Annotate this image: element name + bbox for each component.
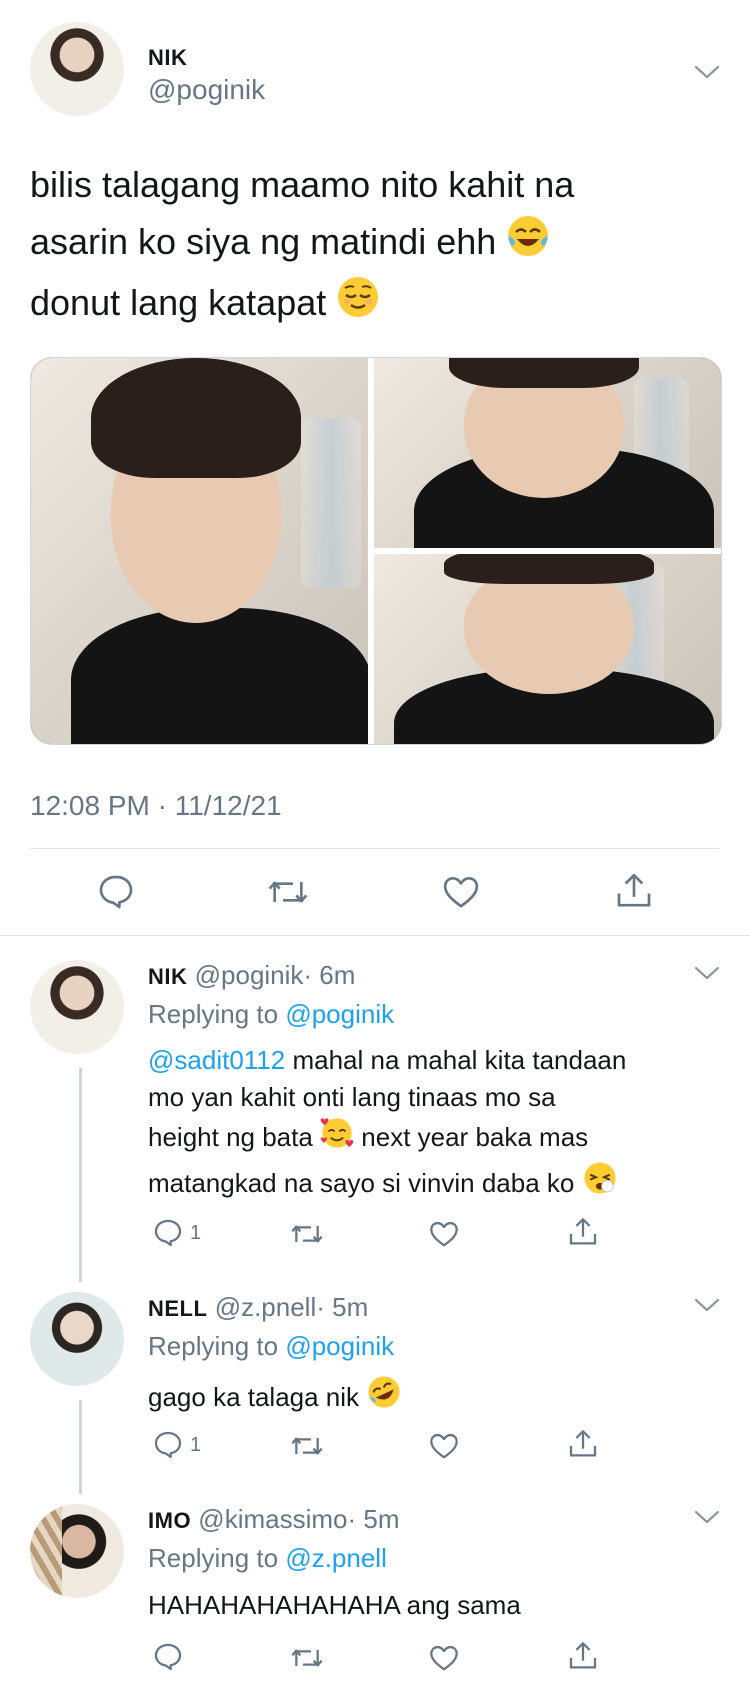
photo-1[interactable] xyxy=(31,358,368,744)
retweet-icon[interactable] xyxy=(289,1642,325,1674)
smiling-face-with-hearts-emoji-icon xyxy=(320,1116,354,1160)
reply-avatar[interactable] xyxy=(30,1292,124,1386)
reply-count: 1 xyxy=(190,1222,202,1244)
retweet-icon[interactable] xyxy=(266,872,310,912)
reply-avatar[interactable] xyxy=(30,960,124,1054)
tweet-text-line: asarin ko siya ng matindi ehh xyxy=(30,221,497,262)
chevron-down-icon[interactable] xyxy=(694,1509,720,1525)
reply-time: · 5m xyxy=(316,1292,369,1322)
joy-emoji-icon xyxy=(506,214,550,274)
section-divider xyxy=(0,935,750,936)
reply-display-name[interactable]: IMO xyxy=(148,1508,191,1533)
chevron-down-icon[interactable] xyxy=(694,64,720,80)
share-icon[interactable] xyxy=(567,1639,599,1673)
chevron-down-icon[interactable] xyxy=(694,965,720,981)
replying-to-handle[interactable]: @poginik xyxy=(285,1331,394,1361)
thread-line xyxy=(79,1400,82,1494)
reply-handle[interactable]: @z.pnell xyxy=(215,1292,317,1322)
reply-text-line: mo yan kahit onti lang tinaas mo sa xyxy=(148,1082,556,1112)
reply-text-line: matangkad na sayo si vinvin daba ko xyxy=(148,1168,575,1198)
author-display-name[interactable]: NIK xyxy=(148,45,187,71)
reply-text: HAHAHAHAHAHAHA ang sama xyxy=(148,1587,521,1624)
reply-display-name[interactable]: NIK xyxy=(148,964,187,989)
reply-handle[interactable]: @kimassimo xyxy=(198,1504,347,1534)
share-icon[interactable] xyxy=(614,870,654,912)
replying-to: Replying to @poginik xyxy=(148,999,394,1030)
rolling-on-floor-laughing-emoji-icon xyxy=(366,1374,402,1420)
replying-to-label: Replying to xyxy=(148,999,279,1029)
retweet-icon[interactable] xyxy=(289,1430,325,1462)
reply-text: gago ka talaga nik xyxy=(148,1374,402,1420)
reply-header: IMO @kimassimo· 5m xyxy=(148,1504,399,1535)
reply-count: 1 xyxy=(190,1434,202,1456)
replying-to-handle[interactable]: @poginik xyxy=(285,999,394,1029)
replying-to-handle[interactable]: @z.pnell xyxy=(285,1543,387,1573)
tired-face-emoji-icon xyxy=(582,1160,618,1206)
thread-line xyxy=(79,1068,82,1282)
tweet-text-line: bilis talagang maamo nito kahit na xyxy=(30,164,575,205)
reply-text-line: height ng bata xyxy=(148,1122,313,1152)
reply-header: NELL @z.pnell· 5m xyxy=(148,1292,368,1323)
heart-icon[interactable] xyxy=(428,1430,460,1462)
reply-time: · 5m xyxy=(347,1504,400,1534)
heart-icon[interactable] xyxy=(441,872,481,912)
heart-icon[interactable] xyxy=(428,1642,460,1674)
author-avatar[interactable] xyxy=(30,22,124,116)
share-icon[interactable] xyxy=(567,1427,599,1461)
relieved-emoji-icon xyxy=(336,275,380,335)
replying-to: Replying to @z.pnell xyxy=(148,1543,387,1574)
reply-text: @sadit0112 mahal na mahal kita tandaan m… xyxy=(148,1042,728,1206)
reply-text-line: next year baka mas xyxy=(354,1122,589,1152)
reply-text-line: gago ka talaga nik xyxy=(148,1382,360,1412)
reply-icon[interactable] xyxy=(96,872,136,912)
replying-to-label: Replying to xyxy=(148,1543,279,1573)
heart-icon[interactable] xyxy=(428,1218,460,1250)
replying-to-label: Replying to xyxy=(148,1331,279,1361)
reply-icon[interactable] xyxy=(152,1429,184,1461)
retweet-icon[interactable] xyxy=(289,1218,325,1250)
reply-text-line: mahal na mahal kita tandaan xyxy=(285,1045,627,1075)
reply-icon[interactable] xyxy=(152,1641,184,1673)
author-handle[interactable]: @poginik xyxy=(148,74,265,106)
reply-icon[interactable] xyxy=(152,1217,184,1249)
divider xyxy=(30,848,720,849)
photo-3[interactable] xyxy=(374,554,721,744)
chevron-down-icon[interactable] xyxy=(694,1297,720,1313)
replying-to: Replying to @poginik xyxy=(148,1331,394,1362)
media-grid xyxy=(30,357,722,745)
reply-display-name[interactable]: NELL xyxy=(148,1296,207,1321)
tweet-text-line: donut lang katapat xyxy=(30,282,327,323)
mention-link[interactable]: @sadit0112 xyxy=(148,1045,285,1075)
reply-text-line: HAHAHAHAHAHAHA ang sama xyxy=(148,1590,521,1620)
reply-avatar[interactable] xyxy=(30,1504,124,1598)
tweet-text: bilis talagang maamo nito kahit na asari… xyxy=(30,156,730,335)
tweet-timestamp[interactable]: 12:08 PM · 11/12/21 xyxy=(30,790,282,822)
photo-2[interactable] xyxy=(374,358,721,548)
reply-header: NIK @poginik· 6m xyxy=(148,960,355,991)
reply-handle[interactable]: @poginik xyxy=(195,960,304,990)
share-icon[interactable] xyxy=(567,1215,599,1249)
reply-time: · 6m xyxy=(303,960,356,990)
